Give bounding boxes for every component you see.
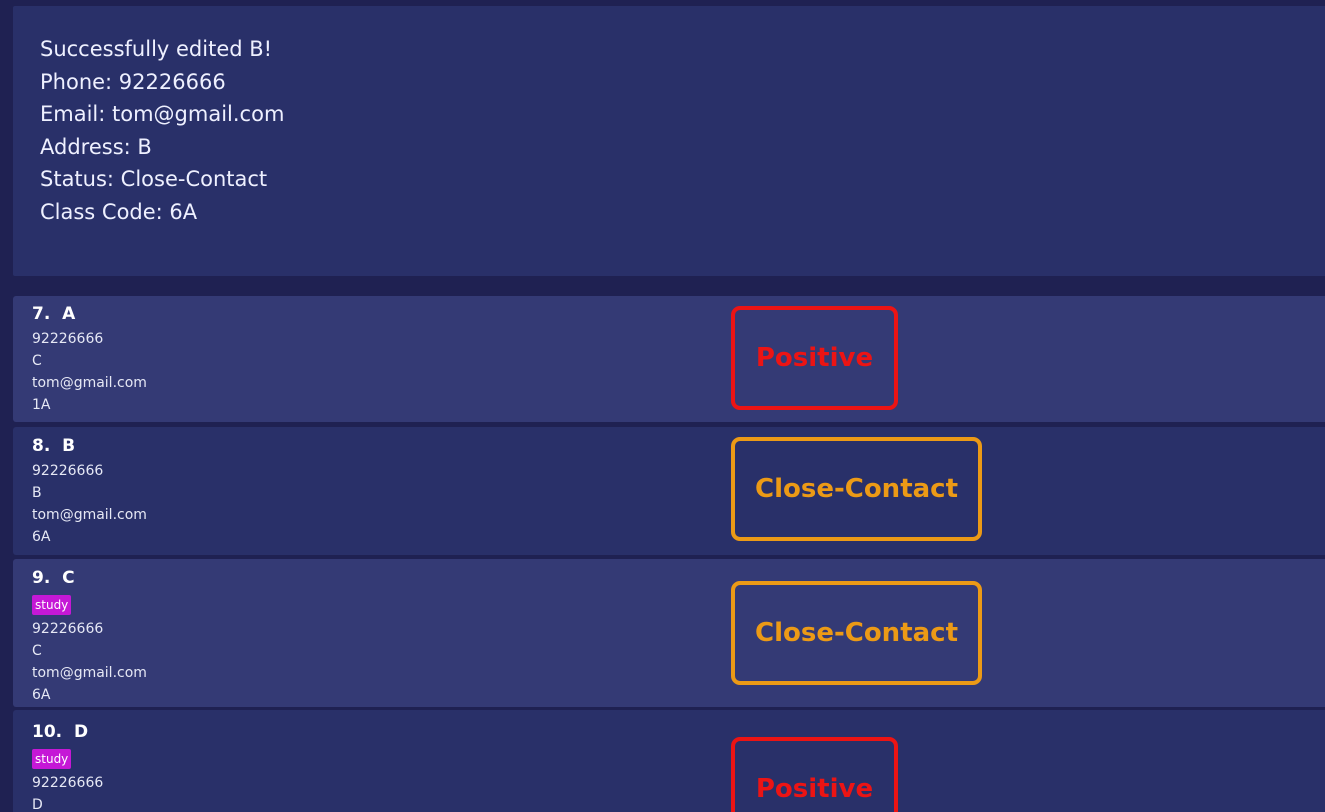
person-name-row: 7. A bbox=[32, 304, 75, 324]
person-details: 92226666 C tom@gmail.com 1A bbox=[32, 328, 147, 416]
person-name-row: 10. D bbox=[32, 722, 88, 742]
result-line: Address: B bbox=[40, 134, 152, 159]
person-index: 8. bbox=[32, 436, 51, 456]
person-details: 92226666 B tom@gmail.com 6A bbox=[32, 460, 147, 548]
person-name: D bbox=[73, 722, 89, 742]
person-index: 10. bbox=[32, 722, 63, 742]
person-email: tom@gmail.com bbox=[32, 665, 147, 681]
result-line: Status: Close-Contact bbox=[40, 167, 268, 191]
person-details: study 92226666 D bbox=[32, 748, 103, 812]
person-address: C bbox=[32, 643, 42, 659]
person-card[interactable]: 7. A 92226666 C tom@gmail.com 1A Positiv… bbox=[13, 296, 1325, 422]
result-line: Class Code: 6A bbox=[40, 199, 198, 224]
person-address: B bbox=[32, 485, 42, 501]
person-card[interactable]: 9. C study 92226666 C tom@gmail.com 6A C… bbox=[13, 559, 1325, 707]
tag-label: study bbox=[32, 595, 72, 615]
person-index: 7. bbox=[32, 304, 51, 324]
person-name-row: 9. C bbox=[32, 568, 75, 588]
tag-label: study bbox=[32, 749, 72, 769]
person-email: tom@gmail.com bbox=[32, 507, 147, 523]
person-name: A bbox=[62, 304, 76, 324]
result-line: Email: tom@gmail.com bbox=[40, 102, 285, 126]
person-phone: 92226666 bbox=[32, 331, 104, 347]
result-line: Successfully edited B! bbox=[40, 37, 273, 61]
status-badge-close-contact: Close-Contact bbox=[731, 581, 982, 685]
person-name: C bbox=[62, 568, 75, 588]
person-card[interactable]: 10. D study 92226666 D Positive bbox=[13, 710, 1325, 812]
person-phone: 92226666 bbox=[32, 463, 104, 479]
person-phone: 92226666 bbox=[32, 621, 104, 637]
app-window: Successfully edited B! Phone: 92226666 E… bbox=[0, 0, 1325, 812]
person-address: C bbox=[32, 353, 42, 369]
result-line: Phone: 92226666 bbox=[40, 69, 226, 94]
person-index: 9. bbox=[32, 568, 51, 588]
person-card[interactable]: 8. B 92226666 B tom@gmail.com 6A Close-C… bbox=[13, 427, 1325, 555]
status-badge-close-contact: Close-Contact bbox=[731, 437, 982, 541]
person-class-code: 1A bbox=[32, 397, 51, 413]
person-phone: 92226666 bbox=[32, 775, 104, 791]
person-tags: study bbox=[32, 594, 147, 618]
person-address: D bbox=[32, 797, 43, 812]
status-badge-positive: Positive bbox=[731, 306, 898, 410]
person-class-code: 6A bbox=[32, 687, 51, 703]
person-email: tom@gmail.com bbox=[32, 375, 147, 391]
status-badge-positive: Positive bbox=[731, 737, 898, 812]
person-details: study 92226666 C tom@gmail.com 6A bbox=[32, 594, 147, 706]
command-result-display: Successfully edited B! Phone: 92226666 E… bbox=[13, 6, 1325, 276]
person-name-row: 8. B bbox=[32, 436, 75, 456]
person-class-code: 6A bbox=[32, 529, 51, 545]
person-name: B bbox=[62, 436, 76, 456]
person-tags: study bbox=[32, 748, 103, 772]
